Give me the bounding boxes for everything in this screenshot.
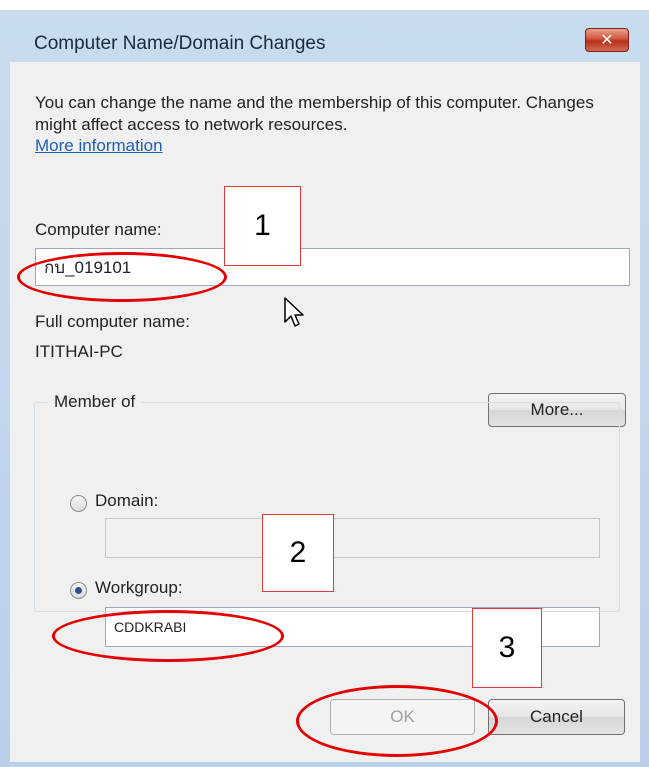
full-computer-name-label: Full computer name: xyxy=(35,312,190,331)
computer-name-label: Computer name: xyxy=(35,220,162,239)
mouse-cursor-icon xyxy=(284,297,304,327)
close-button[interactable]: ✕ xyxy=(585,28,629,52)
close-icon: ✕ xyxy=(600,32,614,49)
workgroup-highlight xyxy=(52,610,284,662)
step-3-callout: 3 xyxy=(472,608,542,688)
title-bar: Computer Name/Domain Changes ✕ xyxy=(10,22,640,62)
step-2-callout: 2 xyxy=(262,514,334,592)
full-computer-name-value: ITITHAI-PC xyxy=(35,342,123,361)
member-of-label: Member of xyxy=(48,392,142,412)
more-information-link[interactable]: More information xyxy=(35,136,163,156)
ok-button-highlight xyxy=(296,685,498,757)
description-text: You can change the name and the membersh… xyxy=(35,93,594,134)
computer-name-highlight xyxy=(17,252,227,302)
dialog-title: Computer Name/Domain Changes xyxy=(34,33,326,54)
cancel-button[interactable]: Cancel xyxy=(488,699,625,735)
step-1-callout: 1 xyxy=(224,186,301,266)
